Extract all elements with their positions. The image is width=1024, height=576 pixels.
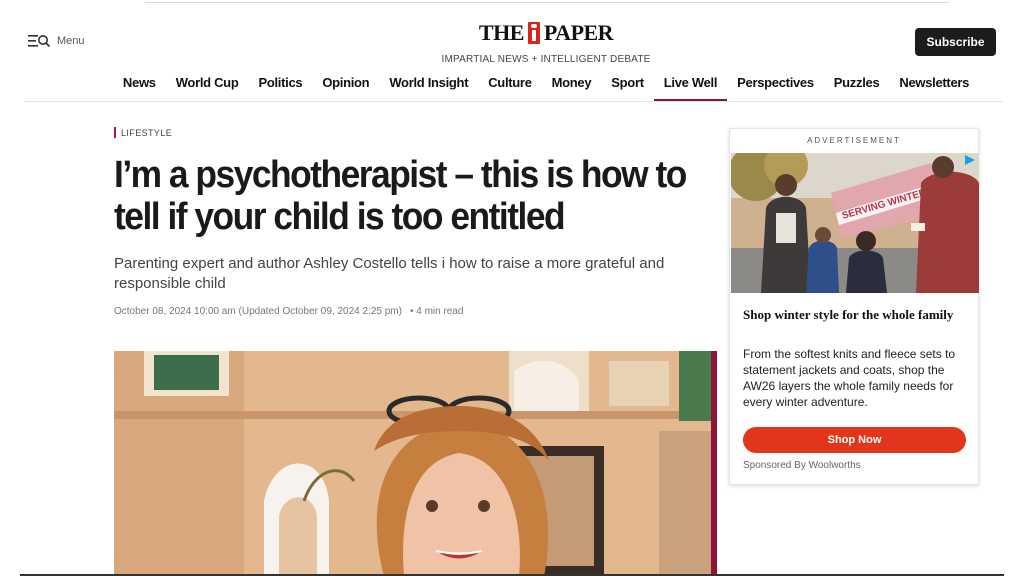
hero-image[interactable]	[114, 351, 711, 576]
nav-item-opinion[interactable]: Opinion	[312, 75, 379, 101]
publish-date: October 08, 2024 10:00 am (Updated Octob…	[114, 306, 402, 317]
nav-divider	[25, 101, 1003, 102]
ad-sponsor: Sponsored By Woolworths	[743, 460, 861, 471]
nav-item-puzzles[interactable]: Puzzles	[824, 75, 890, 101]
ad-title[interactable]: Shop winter style for the whole family	[743, 307, 968, 323]
kicker-bar	[114, 127, 116, 138]
nav-item-perspectives[interactable]: Perspectives	[727, 75, 824, 101]
read-time: • 4 min read	[409, 306, 464, 317]
main-navigation: News World Cup Politics Opinion World Insigh…	[0, 75, 1024, 101]
nav-item-politics[interactable]: Politics	[248, 75, 312, 101]
ad-image[interactable]: SERVING WINTER	[731, 153, 979, 293]
nav-item-newsletters[interactable]: Newsletters	[889, 75, 979, 101]
article-headline: I’m a psychotherapist – this is how to t…	[114, 154, 687, 238]
logo-i-mark-icon	[527, 22, 540, 44]
hero-accent-bar	[711, 351, 717, 576]
ad-photo-illustration: SERVING WINTER	[731, 153, 979, 293]
logo-tagline: IMPARTIAL NEWS + INTELLIGENT DEBATE	[441, 54, 651, 65]
top-divider	[145, 2, 949, 3]
ad-label: ADVERTISEMENT	[807, 136, 901, 145]
nav-item-money[interactable]: Money	[542, 75, 602, 101]
nav-item-culture[interactable]: Culture	[478, 75, 541, 101]
site-logo[interactable]: THE PAPER IMPARTIAL NEWS + INTELLIGENT D…	[0, 20, 1024, 65]
section-kicker: LIFESTYLE	[114, 127, 172, 138]
shop-now-button[interactable]: Shop Now	[743, 427, 966, 453]
ad-body: From the softest knits and fleece sets t…	[743, 347, 956, 409]
section-link[interactable]: LIFESTYLE	[121, 128, 172, 138]
advertisement-panel: ADVERTISEMENT SERVING WINTER Shop winter…	[729, 128, 979, 485]
subscribe-button[interactable]: Subscribe	[915, 28, 996, 56]
nav-item-news[interactable]: News	[113, 75, 166, 101]
hero-photo-illustration	[114, 351, 711, 576]
nav-item-sport[interactable]: Sport	[601, 75, 653, 101]
article-standfirst: Parenting expert and author Ashley Coste…	[114, 255, 665, 292]
nav-item-world-insight[interactable]: World Insight	[379, 75, 478, 101]
logo-text-paper: PAPER	[543, 20, 614, 45]
nav-item-live-well[interactable]: Live Well	[653, 75, 728, 101]
article-meta: October 08, 2024 10:00 am (Updated Octob…	[114, 306, 464, 317]
nav-item-world-cup[interactable]: World Cup	[166, 75, 249, 101]
logo-text-the: THE	[478, 20, 524, 45]
